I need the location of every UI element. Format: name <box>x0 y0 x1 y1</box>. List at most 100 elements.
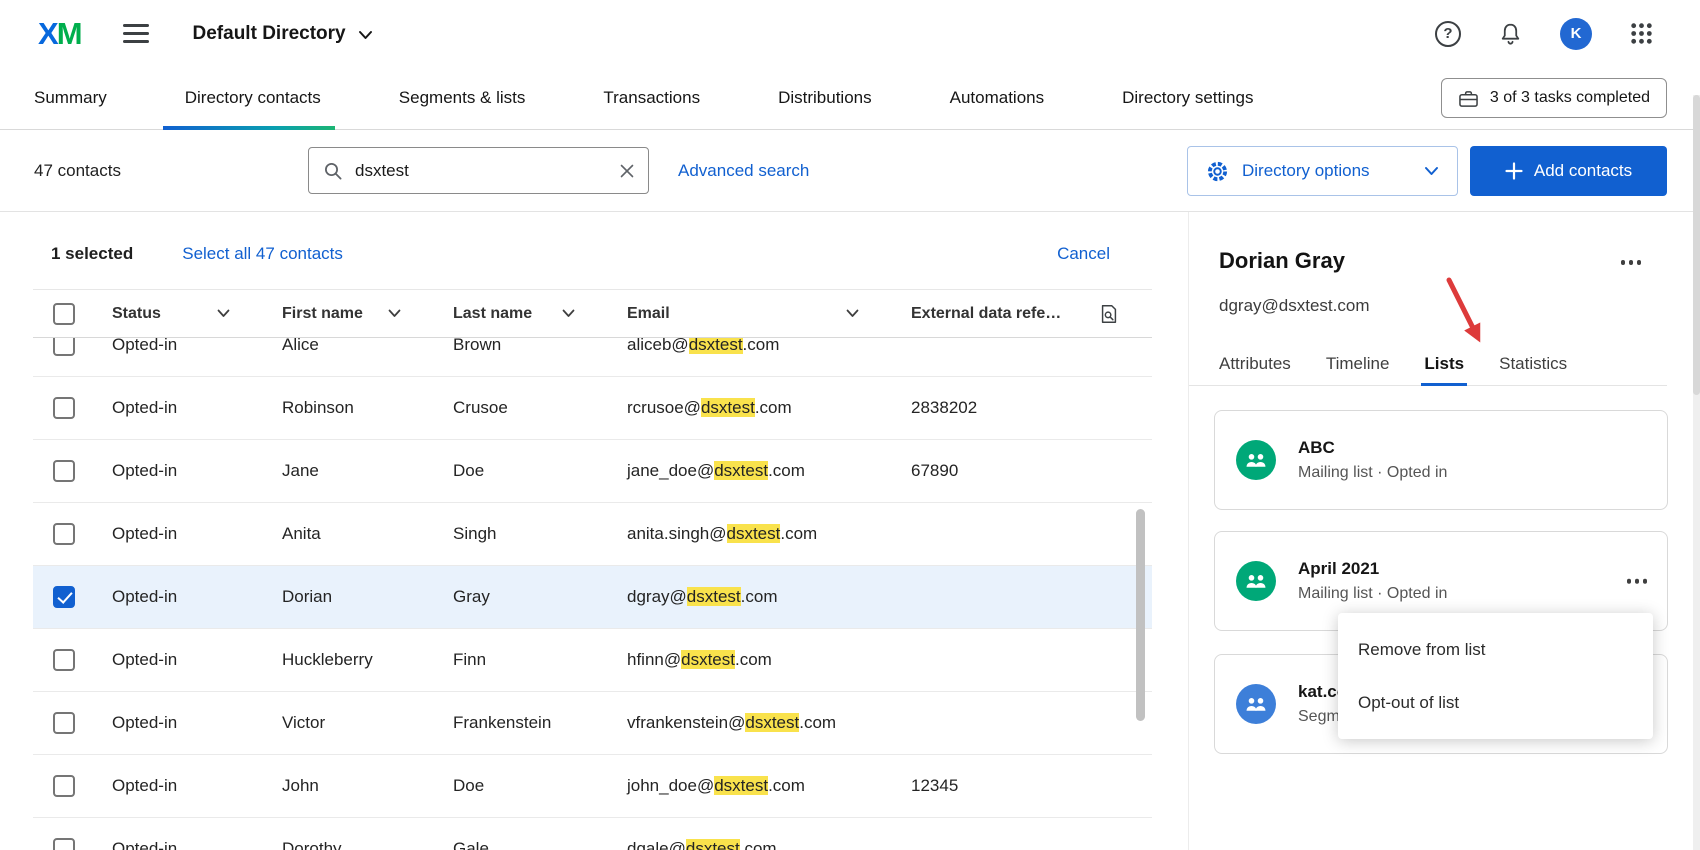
column-header-external-ref[interactable]: External data reference <box>911 303 1152 325</box>
search-highlight: dsxtest <box>714 776 768 795</box>
page-scrollbar-thumb[interactable] <box>1693 95 1700 395</box>
cancel-link[interactable]: Cancel <box>1057 244 1110 264</box>
help-icon[interactable]: ? <box>1435 21 1461 47</box>
contact-detail-panel: Dorian Gray dgray@dsxtest.com Attributes… <box>1188 212 1667 850</box>
nav-tab-distributions[interactable]: Distributions <box>778 67 872 129</box>
column-header-first-name[interactable]: First name <box>282 305 453 323</box>
search-highlight: dsxtest <box>686 839 740 850</box>
search-icon <box>323 161 343 181</box>
advanced-search-link[interactable]: Advanced search <box>678 161 809 181</box>
cell-first-name: Jane <box>282 461 453 481</box>
bell-icon[interactable] <box>1498 21 1523 47</box>
nav-tab-directory-settings[interactable]: Directory settings <box>1122 67 1253 129</box>
search-highlight: dsxtest <box>745 713 799 732</box>
table-row[interactable]: Opted-in Alice Brown aliceb@dsxtest.com <box>33 338 1152 377</box>
add-contacts-button[interactable]: Add contacts <box>1470 146 1667 196</box>
table-row[interactable]: Opted-in John Doe john_doe@dsxtest.com 1… <box>33 755 1152 818</box>
chevron-down-icon[interactable] <box>562 309 575 318</box>
app-grid-icon[interactable] <box>1629 21 1654 46</box>
table-scrollbar[interactable] <box>1136 509 1145 721</box>
row-checkbox[interactable] <box>53 775 75 797</box>
nav-tab-automations[interactable]: Automations <box>950 67 1045 129</box>
table-row-selected[interactable]: Opted-in Dorian Gray dgray@dsxtest.com <box>33 566 1152 629</box>
row-checkbox[interactable] <box>53 523 75 545</box>
nav-tab-directory-contacts[interactable]: Directory contacts <box>185 67 321 129</box>
xm-logo[interactable]: XM <box>38 16 81 52</box>
table-row[interactable]: Opted-in Anita Singh anita.singh@dsxtest… <box>33 503 1152 566</box>
search-highlight: dsxtest <box>701 398 755 417</box>
chevron-down-icon[interactable] <box>846 309 859 318</box>
cell-email: aliceb@dsxtest.com <box>627 338 911 355</box>
topbar: XM Default Directory ? K <box>0 0 1700 67</box>
select-all-link[interactable]: Select all 47 contacts <box>182 244 343 264</box>
nav-tab-transactions[interactable]: Transactions <box>603 67 700 129</box>
row-checkbox[interactable] <box>53 838 75 850</box>
selection-bar: 1 selected Select all 47 contacts Cancel <box>33 226 1152 282</box>
panel-tab-lists[interactable]: Lists <box>1424 342 1464 385</box>
directory-selector[interactable]: Default Directory <box>193 23 373 45</box>
row-checkbox[interactable] <box>53 460 75 482</box>
column-header-last-name[interactable]: Last name <box>453 305 627 323</box>
row-checkbox[interactable] <box>53 649 75 671</box>
kebab-icon <box>1627 579 1632 584</box>
list-card[interactable]: ABC Mailing list · Opted in <box>1214 410 1668 510</box>
menu-item-remove-from-list[interactable]: Remove from list <box>1338 623 1653 676</box>
row-checkbox[interactable] <box>53 397 75 419</box>
row-checkbox[interactable] <box>53 712 75 734</box>
cell-last-name: Doe <box>453 461 627 481</box>
table-row[interactable]: Opted-in Victor Frankenstein vfrankenste… <box>33 692 1152 755</box>
table-row[interactable]: Opted-in Jane Doe jane_doe@dsxtest.com 6… <box>33 440 1152 503</box>
search-input[interactable] <box>355 161 608 181</box>
briefcase-icon <box>1458 89 1479 108</box>
topbar-actions: ? K <box>1435 0 1654 67</box>
contacts-table: Status First name Last name Email Extern… <box>33 289 1152 850</box>
cell-status: Opted-in <box>112 461 282 481</box>
page-scrollbar[interactable] <box>1693 95 1700 850</box>
contact-panel-tabs: Attributes Timeline Lists Statistics <box>1189 342 1667 386</box>
clear-search-button[interactable] <box>620 164 634 178</box>
cell-email: dgale@dsxtest.com <box>627 839 911 850</box>
logo-m: M <box>57 16 81 51</box>
panel-tab-statistics[interactable]: Statistics <box>1499 342 1567 385</box>
nav-tab-segments-lists[interactable]: Segments & lists <box>399 67 526 129</box>
contact-menu-button[interactable] <box>1621 260 1642 265</box>
kebab-icon <box>1621 260 1626 265</box>
list-menu-button[interactable] <box>1627 579 1648 584</box>
list-context-menu: Remove from list Opt-out of list <box>1338 613 1653 739</box>
cell-status: Opted-in <box>112 398 282 418</box>
directory-options-button[interactable]: Directory options <box>1187 146 1458 196</box>
menu-item-opt-out-of-list[interactable]: Opt-out of list <box>1338 676 1653 729</box>
chevron-down-icon[interactable] <box>217 309 230 318</box>
nav-tab-summary[interactable]: Summary <box>34 67 107 129</box>
search-highlight: dsxtest <box>714 461 768 480</box>
list-name: April 2021 <box>1298 559 1447 579</box>
cell-last-name: Singh <box>453 524 627 544</box>
directory-options-label: Directory options <box>1242 161 1370 181</box>
column-label: Email <box>627 305 670 323</box>
panel-tab-attributes[interactable]: Attributes <box>1219 342 1291 385</box>
column-label: Last name <box>453 305 532 323</box>
people-icon <box>1236 684 1276 724</box>
cell-email: hfinn@dsxtest.com <box>627 650 911 670</box>
table-row[interactable]: Opted-in Dorothy Gale dgale@dsxtest.com <box>33 818 1152 850</box>
cell-external-ref: 2838202 <box>911 398 1152 418</box>
add-contacts-label: Add contacts <box>1534 161 1632 181</box>
tasks-completed-button[interactable]: 3 of 3 tasks completed <box>1441 78 1667 118</box>
table-row[interactable]: Opted-in Robinson Crusoe rcrusoe@dsxtest… <box>33 377 1152 440</box>
column-header-email[interactable]: Email <box>627 305 911 323</box>
chevron-down-icon <box>358 30 373 40</box>
contact-name: Dorian Gray <box>1219 248 1345 274</box>
panel-tab-timeline[interactable]: Timeline <box>1326 342 1390 385</box>
column-header-status[interactable]: Status <box>112 305 282 323</box>
row-checkbox-checked[interactable] <box>53 586 75 608</box>
select-all-checkbox[interactable] <box>53 303 75 325</box>
user-avatar[interactable]: K <box>1560 18 1592 50</box>
document-search-icon[interactable] <box>1098 303 1120 325</box>
table-header: Status First name Last name Email Extern… <box>33 289 1152 338</box>
cell-last-name: Gray <box>453 587 627 607</box>
menu-icon[interactable] <box>123 24 149 43</box>
cell-status: Opted-in <box>112 338 282 355</box>
table-row[interactable]: Opted-in Huckleberry Finn hfinn@dsxtest.… <box>33 629 1152 692</box>
row-checkbox[interactable] <box>53 338 75 356</box>
chevron-down-icon[interactable] <box>388 309 401 318</box>
